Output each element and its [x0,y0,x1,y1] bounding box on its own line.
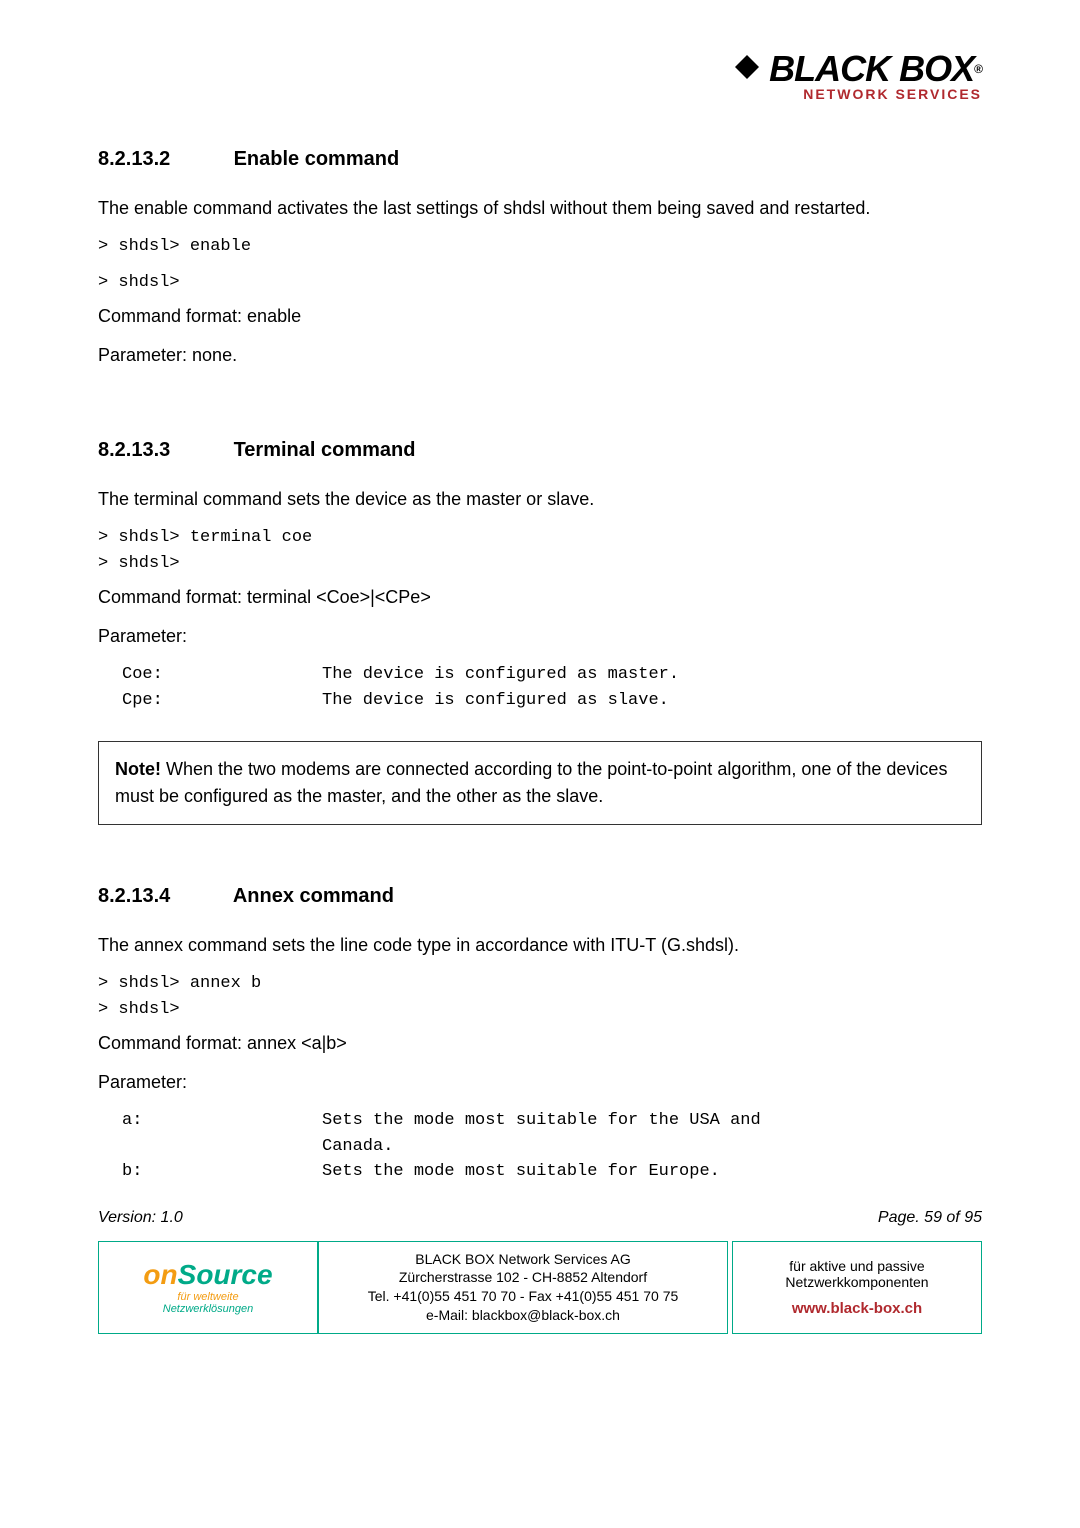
param-value: The device is configured as master. [322,662,842,688]
page-content: 8.2.13.2 Enable command The enable comma… [98,148,982,1334]
command-format: Command format: terminal <Coe>|<CPe> [98,584,982,611]
section-description: The terminal command sets the device as … [98,486,982,513]
section-heading: 8.2.13.4 Annex command [98,885,982,908]
onsource-on: on [143,1259,177,1290]
command-line: > shdsl> annex b [98,971,982,997]
parameter-row: Coe:The device is configured as master. [98,662,982,688]
param-key: b: [122,1159,322,1185]
parameter-label: Parameter: [98,1069,982,1096]
param-value: The device is configured as slave. [322,688,842,714]
footer-company-info: BLACK BOX Network Services AG Zürcherstr… [318,1241,728,1335]
section-title: Enable command [234,148,400,170]
version-row: Version: 1.0 Page. 59 of 95 [98,1209,982,1227]
footer-right-line1: für aktive und passive [789,1258,924,1274]
command-line: > shdsl> terminal coe [98,525,982,551]
footer-right-line2: Netzwerkkomponenten [785,1274,928,1290]
version-text: Version: 1.0 [98,1209,183,1227]
logo-brand: BLACK BOX [769,48,974,90]
section-description: The annex command sets the line code typ… [98,932,982,959]
section-number: 8.2.13.3 [98,439,228,462]
page-number: Page. 59 of 95 [878,1209,982,1227]
onsource-source: Source [178,1259,273,1290]
section-heading: 8.2.13.3 Terminal command [98,439,982,462]
command-format: Command format: enable [98,303,982,330]
parameter-row: b:Sets the mode most suitable for Europe… [98,1159,982,1185]
section-description: The enable command activates the last se… [98,195,982,222]
company-phone: Tel. +41(0)55 451 70 70 - Fax +41(0)55 4… [331,1287,715,1306]
command-line: > shdsl> [98,997,982,1023]
company-name: BLACK BOX Network Services AG [331,1250,715,1269]
param-value: Sets the mode most suitable for Europe. [322,1159,842,1185]
command-line: > shdsl> enable [98,234,982,260]
footer-url: www.black-box.ch [792,1300,922,1317]
parameter-row: Cpe:The device is configured as slave. [98,688,982,714]
command-line: > shdsl> [98,270,982,296]
footer-right: für aktive und passive Netzwerkkomponent… [732,1241,982,1335]
command-format: Command format: annex <a|b> [98,1030,982,1057]
command-line: > shdsl> [98,551,982,577]
note-box: Note! When the two modems are connected … [98,741,982,825]
param-key: a: [122,1108,322,1134]
section-title: Annex command [233,885,394,907]
param-value: Sets the mode most suitable for the USA … [322,1108,842,1159]
diamond-icon [733,48,761,90]
parameter-label: Parameter: none. [98,342,982,369]
section-title: Terminal command [234,439,416,461]
section-number: 8.2.13.2 [98,148,228,171]
section-number: 8.2.13.4 [98,885,228,908]
company-address: Zürcherstrasse 102 - CH-8852 Altendorf [331,1268,715,1287]
parameter-row: a:Sets the mode most suitable for the US… [98,1108,982,1159]
note-text: When the two modems are connected accord… [115,759,947,806]
onsource-sub1: für weltweite [177,1291,238,1303]
brand-logo: BLACK BOX® NETWORK SERVICES [733,48,982,102]
footer-onsource-logo: onSource für weltweite Netzwerklösungen [98,1241,318,1335]
parameter-label: Parameter: [98,623,982,650]
param-key: Cpe: [122,688,322,714]
company-email: e-Mail: blackbox@black-box.ch [331,1306,715,1325]
note-label: Note! [115,759,161,779]
param-key: Coe: [122,662,322,688]
section-heading: 8.2.13.2 Enable command [98,148,982,171]
onsource-sub2: Netzwerklösungen [163,1303,254,1315]
footer: onSource für weltweite Netzwerklösungen … [98,1241,982,1335]
